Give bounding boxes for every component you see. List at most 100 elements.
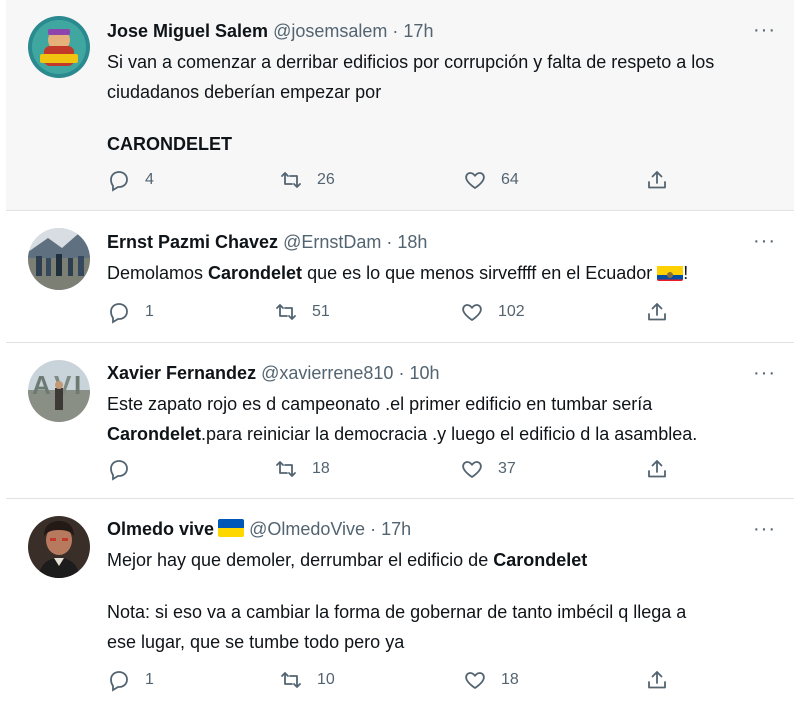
tweet-text-bold: Carondelet <box>208 263 303 283</box>
avatar-image: A V I <box>28 360 90 422</box>
tweet-text-segment: ! <box>683 263 689 283</box>
share-button[interactable] <box>645 168 683 192</box>
avatar[interactable] <box>28 228 90 290</box>
retweet-button[interactable]: 10 <box>279 668 335 692</box>
avatar-image <box>28 16 90 78</box>
tweet-text-line: ese lugar, que se tumbe todo pero ya <box>107 632 405 652</box>
retweet-icon <box>281 172 301 188</box>
retweet-button[interactable]: 51 <box>274 300 330 324</box>
tweet-feed: ··· Jose Miguel Salem @josemsalem · 17h … <box>0 0 800 710</box>
separator-dot: · <box>392 21 399 41</box>
like-icon <box>465 672 485 689</box>
like-count: 18 <box>501 671 519 688</box>
avatar-image <box>28 228 90 290</box>
tweet-text-line: Este zapato rojo es d campeonato .el pri… <box>107 394 653 414</box>
svg-text:A: A <box>32 370 51 400</box>
tweet-header: Olmedo vive @OlmedoVive · 17h <box>107 517 774 541</box>
reply-button[interactable]: 1 <box>107 668 154 692</box>
tweet-text-line: CARONDELET <box>107 134 232 154</box>
tweet-actions: 1 51 102 <box>107 300 687 330</box>
like-button[interactable]: 18 <box>463 668 519 692</box>
tweet-text-bold: Carondelet <box>493 550 588 570</box>
display-name[interactable]: Jose Miguel Salem <box>107 21 268 41</box>
tweet-header: Ernst Pazmi Chavez @ErnstDam · 18h <box>107 230 774 254</box>
timestamp[interactable]: 17h <box>381 519 411 539</box>
like-button[interactable]: 102 <box>460 300 525 324</box>
timestamp[interactable]: 10h <box>409 363 439 383</box>
retweet-icon <box>281 672 301 688</box>
tweet-actions: 1 10 18 <box>107 668 687 698</box>
like-icon <box>462 304 482 321</box>
reply-icon <box>110 171 128 192</box>
separator-dot: · <box>370 519 377 539</box>
user-handle[interactable]: @xavierrene810 <box>261 363 393 383</box>
retweet-icon <box>276 461 296 477</box>
share-icon <box>648 171 666 189</box>
avatar[interactable] <box>28 516 90 578</box>
like-count: 102 <box>498 303 525 320</box>
share-button[interactable] <box>645 668 683 692</box>
reply-count: 4 <box>145 171 154 188</box>
tweet[interactable]: A V I ··· Xavier Fernandez @xavierrene81… <box>6 343 794 499</box>
retweet-count: 26 <box>317 171 335 188</box>
tweet-text-segment: Mejor hay que demoler, derrumbar el edif… <box>107 550 494 570</box>
like-button[interactable]: 37 <box>460 457 516 481</box>
reply-button[interactable] <box>107 457 145 481</box>
tweet[interactable]: ··· Jose Miguel Salem @josemsalem · 17h … <box>6 0 794 211</box>
display-name[interactable]: Ernst Pazmi Chavez <box>107 232 278 252</box>
share-icon <box>648 671 666 689</box>
tweet-text-line: Si van a comenzar a derribar edificios p… <box>107 52 715 72</box>
tweet-actions: 4 26 64 <box>107 168 687 198</box>
reply-icon <box>110 303 128 324</box>
tweet-actions: 18 37 <box>107 457 687 487</box>
reply-icon <box>110 671 128 692</box>
separator-dot: · <box>398 363 405 383</box>
tweet-header: Xavier Fernandez @xavierrene810 · 10h <box>107 361 774 385</box>
tweet-text-line: Nota: si eso va a cambiar la forma de go… <box>107 602 687 622</box>
user-handle[interactable]: @ErnstDam <box>283 232 381 252</box>
user-handle[interactable]: @josemsalem <box>273 21 387 41</box>
retweet-button[interactable]: 26 <box>279 168 335 192</box>
tweet[interactable]: ··· Ernst Pazmi Chavez @ErnstDam · 18h D… <box>6 211 794 343</box>
ukraine-flag-icon <box>218 519 245 537</box>
retweet-icon <box>276 304 296 320</box>
reply-count: 1 <box>145 671 154 688</box>
tweet-text: Si van a comenzar a derribar edificios p… <box>107 47 774 159</box>
avatar[interactable]: A V I <box>28 360 90 422</box>
tweet-header: Jose Miguel Salem @josemsalem · 17h <box>107 19 774 43</box>
display-name[interactable]: Xavier Fernandez <box>107 363 256 383</box>
tweet-text: Mejor hay que demoler, derrumbar el edif… <box>107 545 774 657</box>
reply-icon <box>110 460 128 481</box>
display-name[interactable]: Olmedo vive <box>107 519 214 539</box>
tweet[interactable]: ··· Olmedo vive @OlmedoVive · 17h Mejor … <box>6 499 794 710</box>
reply-button[interactable]: 4 <box>107 168 154 192</box>
tweet-text-line: ciudadanos deberían empezar por <box>107 82 382 102</box>
retweet-button[interactable]: 18 <box>274 457 330 481</box>
tweet-text-segment: Demolamos <box>107 263 209 283</box>
like-button[interactable]: 64 <box>463 168 519 192</box>
tweet-text: Demolamos Carondelet que es lo que menos… <box>107 258 774 288</box>
retweet-count: 10 <box>317 671 335 688</box>
like-icon <box>462 461 482 478</box>
like-count: 37 <box>498 460 516 477</box>
share-icon <box>648 460 666 478</box>
avatar[interactable] <box>28 16 90 78</box>
user-handle[interactable]: @OlmedoVive <box>249 519 365 539</box>
timestamp[interactable]: 17h <box>403 21 433 41</box>
reply-count: 1 <box>145 303 154 320</box>
separator-dot: · <box>386 232 393 252</box>
share-button[interactable] <box>645 300 683 324</box>
tweet-text: Este zapato rojo es d campeonato .el pri… <box>107 389 774 449</box>
tweet-text-segment: .para reiniciar la democracia .y luego e… <box>201 424 698 444</box>
retweet-count: 51 <box>312 303 330 320</box>
reply-button[interactable]: 1 <box>107 300 154 324</box>
ecuador-flag-icon <box>657 263 684 281</box>
like-count: 64 <box>501 171 519 188</box>
svg-text:I: I <box>74 370 81 400</box>
like-icon <box>465 172 485 189</box>
tweet-text-bold: Carondelet <box>107 424 202 444</box>
share-button[interactable] <box>645 457 683 481</box>
avatar-image <box>28 516 90 578</box>
timestamp[interactable]: 18h <box>397 232 427 252</box>
tweet-text-segment: que es lo que menos sirveffff en el Ecua… <box>302 263 658 283</box>
